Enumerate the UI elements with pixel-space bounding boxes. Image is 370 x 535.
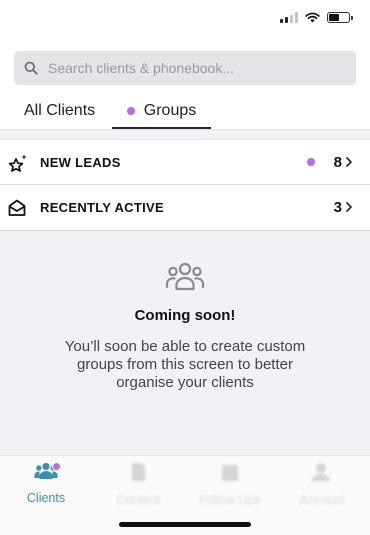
tab-bar-label: Account <box>299 493 345 507</box>
group-count: 8 <box>333 153 342 171</box>
empty-state-title: Coming soon! <box>134 307 236 324</box>
tab-groups[interactable]: Groups <box>112 92 211 130</box>
group-label: RECENTLY ACTIVE <box>40 200 164 215</box>
tab-bar-label: Content <box>116 493 160 507</box>
header-area: All Clients Groups <box>0 0 370 132</box>
tab-bar-clients[interactable]: Clients <box>0 462 92 505</box>
notification-badge <box>52 462 61 471</box>
tab-bar-label: Clients <box>26 491 66 505</box>
tab-bar-account[interactable]: Account <box>276 462 368 507</box>
home-indicator <box>119 522 251 527</box>
group-row-recently-active[interactable]: RECENTLY ACTIVE 3 <box>0 185 370 231</box>
calendar-icon <box>222 465 238 481</box>
tab-bar-label: Follow Ups <box>199 493 261 507</box>
tab-bar-content[interactable]: Content <box>92 462 184 507</box>
client-tabs: All Clients Groups <box>0 92 370 130</box>
tab-all-clients-label: All Clients <box>24 102 96 119</box>
status-bar <box>280 12 353 23</box>
tab-groups-label: Groups <box>143 102 197 119</box>
battery-icon <box>327 12 353 23</box>
wifi-icon <box>305 12 320 23</box>
open-envelope-icon <box>8 199 26 216</box>
sparkle-star-icon <box>8 154 27 172</box>
tabs-divider <box>0 129 370 131</box>
person-icon <box>312 463 330 481</box>
tab-groups-indicator <box>126 107 135 115</box>
signal-icon <box>280 12 298 23</box>
search-icon <box>24 61 38 75</box>
chevron-right-icon <box>346 157 352 167</box>
group-row-new-leads[interactable]: NEW LEADS 8 <box>0 139 370 185</box>
tab-bar-follow-ups[interactable]: Follow Ups <box>184 462 276 507</box>
group-label: NEW LEADS <box>40 154 121 170</box>
unread-dot <box>307 158 315 166</box>
search-bar[interactable] <box>14 51 356 85</box>
chevron-right-icon <box>346 202 352 212</box>
search-input[interactable] <box>48 60 338 76</box>
group-count: 3 <box>333 199 342 216</box>
empty-state: Coming soon! You’ll soon be able to crea… <box>0 262 370 392</box>
empty-state-description: You’ll soon be able to create custom gro… <box>64 338 306 391</box>
document-icon <box>132 463 145 481</box>
tab-all-clients[interactable]: All Clients <box>24 92 95 130</box>
people-group-icon <box>165 262 205 291</box>
